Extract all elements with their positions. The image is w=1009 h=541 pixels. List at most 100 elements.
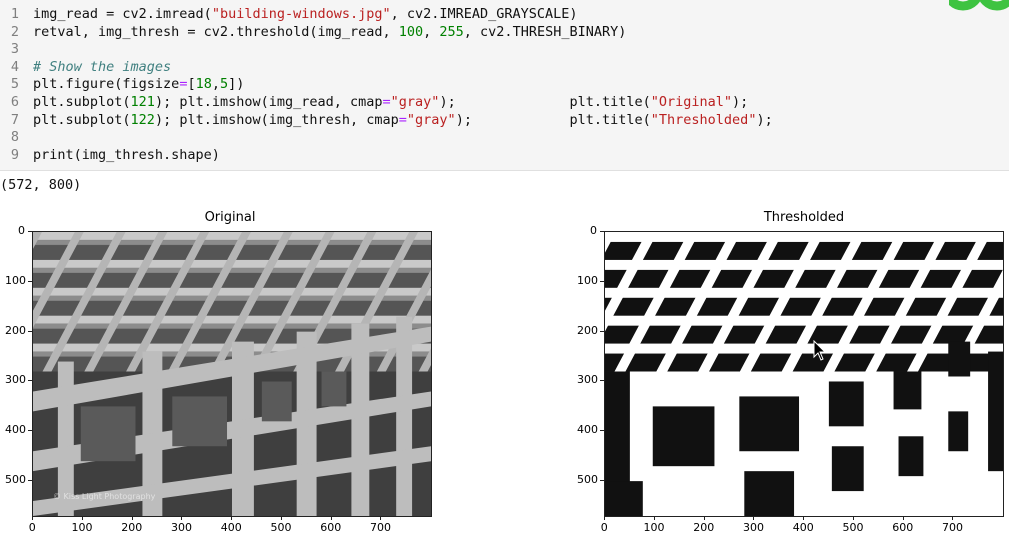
code-line[interactable]: 8 [0,129,1009,147]
line-number: 1 [10,6,19,22]
x-tick-label: 300 [170,521,192,534]
code-line[interactable]: 2 retval, img_thresh = cv2.threshold(img_… [0,24,1009,42]
x-tick-mark [330,516,332,520]
original-image: © Kiss Light Photography [32,231,432,517]
line-number: 3 [10,41,19,58]
code-token: = [382,94,391,110]
x-tick-mark [380,516,382,520]
x-tick-mark [952,516,954,520]
y-tick-mark [28,479,32,481]
code-token: ); [756,111,773,128]
y-tick-mark [600,479,604,481]
line-number: 9 [10,146,19,163]
code-token: plt.subplot( [33,94,131,110]
code-line[interactable]: 5 plt.figure(figsize=[18,5]) [0,76,1009,94]
x-tick-label: 600 [320,521,342,534]
y-tick-mark [600,380,604,382]
code-token: "gray" [406,111,456,128]
code-token: "Thresholded" [650,111,757,128]
code-line[interactable]: 7 plt.subplot(122); plt.imshow(img_thresh… [0,112,1009,130]
x-tick-mark [902,516,904,520]
code-token: 5 [220,76,229,93]
code-token: = [398,111,407,128]
y-tick-label: 400 [5,422,26,436]
x-tick-mark [32,516,34,520]
y-tick-label: 200 [5,323,26,337]
code-token: # Show the images [33,58,172,75]
code-token: ); plt.title( [455,111,651,128]
x-tick-label: 600 [892,521,914,534]
y-tick-label: 0 [18,224,25,238]
image-watermark: © Kiss Light Photography [53,492,156,501]
code-line[interactable]: 3 [0,41,1009,59]
plot-original: Original © Kiss Light Photography 0 100 … [0,210,440,541]
y-tick-label: 500 [577,472,598,486]
code-line[interactable]: 6 plt.subplot(121); plt.imshow(img_read, … [0,94,1009,112]
code-token: 122 [130,111,155,128]
x-tick-label: 500 [842,521,864,534]
y-tick-label: 400 [577,422,598,436]
thresholded-image [604,231,1004,517]
y-tick-mark [28,280,32,282]
x-tick-label: 0 [600,521,608,534]
code-line[interactable]: 9 print(img_thresh.shape) [0,147,1009,165]
code-token: , [211,76,220,93]
code-token: ); [732,94,749,110]
code-line[interactable]: 1 img_read = cv2.imread("building-windows… [0,6,1009,24]
code-token: , cv2.THRESH_BINARY) [463,23,627,40]
x-tick-label: 200 [693,521,715,534]
x-tick-label: 700 [369,521,391,534]
x-tick-mark [231,516,233,520]
x-tick-mark [604,516,606,520]
x-tick-mark [653,516,655,520]
y-tick-label: 100 [5,273,26,287]
code-token: img_read = cv2.imread( [33,6,212,22]
x-tick-label: 0 [28,521,36,534]
line-number: 2 [10,23,19,40]
y-tick-mark [28,231,32,233]
code-token: 121 [130,94,155,110]
x-tick-mark [703,516,705,520]
x-tick-mark [131,516,133,520]
y-tick-label: 200 [577,323,598,337]
y-tick-mark [600,280,604,282]
x-tick-label: 500 [270,521,292,534]
code-token: ); plt.title( [439,94,651,110]
x-tick-label: 100 [71,521,93,534]
cell-output-text: (572, 800) [0,177,82,193]
y-tick-mark [28,380,32,382]
code-token: ]) [228,76,245,93]
y-tick-mark [28,429,32,431]
x-tick-label: 200 [121,521,143,534]
code-token: "building-windows.jpg" [211,6,391,22]
x-tick-mark [852,516,854,520]
y-tick-mark [600,330,604,332]
code-token: 255 [439,23,464,40]
x-tick-label: 700 [941,521,963,534]
code-token: print(img_thresh.shape) [33,146,220,163]
code-token: plt.figure(figsize [33,76,180,93]
y-tick-label: 300 [5,373,26,387]
y-tick-mark [28,330,32,332]
code-token: ); plt.imshow(img_read, cmap [154,94,383,110]
code-token: "gray" [390,94,440,110]
code-line[interactable]: 4 # Show the images [0,59,1009,77]
x-tick-label: 300 [742,521,764,534]
y-tick-label: 0 [590,224,597,238]
plot-title: Original [204,210,256,225]
x-tick-label: 400 [220,521,242,534]
code-cell[interactable]: 1 img_read = cv2.imread("building-windows… [0,0,1009,171]
code-token: 18 [195,76,212,93]
x-tick-mark [753,516,755,520]
mouse-cursor-icon [813,340,827,361]
line-number: 8 [10,129,19,146]
code-token: , cv2.IMREAD_GRAYSCALE) [390,6,578,22]
x-tick-mark [81,516,83,520]
code-token: ); plt.imshow(img_thresh, cmap [154,111,399,128]
logo-icon [949,0,1009,20]
x-tick-mark [280,516,282,520]
y-tick-label: 100 [577,273,598,287]
line-number: 5 [10,76,19,93]
y-tick-label: 300 [577,373,598,387]
x-tick-mark [803,516,805,520]
